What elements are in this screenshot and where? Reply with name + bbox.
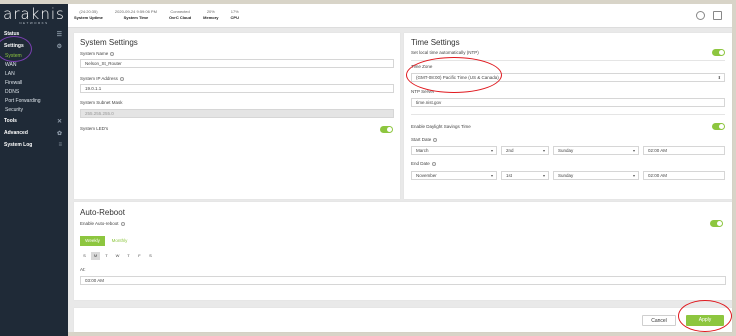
divider (411, 114, 725, 115)
stat-memory: 20% Memory (203, 9, 219, 20)
help-icon (110, 51, 115, 56)
select-caret-icon: ▾ (542, 173, 545, 178)
select-caret-icon: ▾ (632, 173, 635, 178)
start-date-label: Start Date (411, 137, 438, 142)
auto-reboot-title: Auto-Reboot (80, 208, 125, 217)
brand-name: araknis (3, 5, 65, 23)
start-day-select[interactable]: Sunday ▾ (553, 146, 639, 155)
system-settings-title: System Settings (80, 38, 138, 47)
start-week-select[interactable]: 2nd ▾ (501, 146, 549, 155)
start-time-input[interactable]: 02:00 AM (643, 146, 725, 155)
sidebar-item-port-forwarding[interactable]: Port Forwarding (0, 97, 68, 106)
stat-time: 2020-09-24 9:59:06 PM System Time (114, 9, 157, 20)
app-window: araknis NETWORKS (24:20:35) System Uptim… (0, 0, 736, 336)
brand-logo[interactable]: araknis NETWORKS (0, 4, 68, 28)
end-month-select[interactable]: November ▾ (411, 171, 497, 180)
at-label: At: (80, 267, 86, 272)
sliders-icon: ⚙ (56, 43, 62, 50)
power-icon[interactable] (696, 11, 705, 20)
nav-system-log[interactable]: System Log ≡ (0, 139, 68, 151)
monthly-tab[interactable]: Monthly (106, 236, 133, 246)
select-caret-icon: ▾ (490, 173, 493, 178)
day-monday[interactable]: M (91, 252, 100, 260)
wrench-icon: ✕ (56, 118, 62, 125)
subnet-mask-label: System Subnet Mask (80, 100, 123, 105)
day-thursday[interactable]: T (124, 252, 133, 260)
end-week-select[interactable]: 1st ▾ (501, 171, 549, 180)
day-sunday[interactable]: S (80, 252, 89, 260)
stat-cpu: 17% CPU (230, 9, 239, 20)
system-name-label: System Name (80, 51, 115, 56)
auto-reboot-card: Auto-Reboot Enable Auto-reboot Weekly Mo… (74, 202, 732, 300)
day-tuesday[interactable]: T (102, 252, 111, 260)
stat-uptime: (24:20:35) System Uptime (74, 9, 103, 20)
system-leds-toggle[interactable] (380, 126, 393, 133)
day-wednesday[interactable]: W (113, 252, 122, 260)
select-caret-icon: ▾ (542, 148, 545, 153)
top-icons (696, 11, 722, 20)
system-leds-label: System LED's (80, 126, 109, 131)
sidebar: Status ☰ Settings ⚙ System WAN LAN Firew… (0, 28, 68, 336)
sidebar-item-security[interactable]: Security (0, 106, 68, 115)
action-bar: Cancel Apply (74, 300, 732, 332)
select-caret-icon: ▾ (632, 148, 635, 153)
annotation-circle-time-zone (406, 57, 502, 93)
select-caret-icon: ⬍ (717, 75, 721, 80)
gear-icon: ✿ (56, 130, 62, 137)
dst-label: Enable Daylight Savings Time (411, 124, 471, 129)
system-settings-card: System Settings System Name Nelson_St_Ro… (74, 33, 400, 199)
auto-reboot-label: Enable Auto-reboot (80, 221, 125, 226)
day-friday[interactable]: F (135, 252, 144, 260)
end-day-select[interactable]: Sunday ▾ (553, 171, 639, 180)
system-ip-input[interactable]: 19.0.1.1 (80, 84, 394, 93)
sidebar-item-wan[interactable]: WAN (0, 61, 68, 70)
start-month-select[interactable]: March ▾ (411, 146, 497, 155)
time-settings-title: Time Settings (411, 38, 460, 47)
end-time-input[interactable]: 02:00 AM (643, 171, 725, 180)
annotation-circle-apply (678, 300, 732, 332)
time-settings-card: Time Settings Set local time automatical… (404, 33, 732, 199)
subnet-mask-input: 255.255.255.0 (80, 109, 394, 118)
help-icon (431, 161, 436, 166)
sidebar-item-ddns[interactable]: DDNS (0, 88, 68, 97)
cancel-button[interactable]: Cancel (642, 315, 676, 326)
ntp-toggle[interactable] (712, 49, 725, 56)
ntp-server-input[interactable]: time.nist.gov (411, 98, 725, 107)
ntp-label: Set local time automatically (NTP) (411, 50, 479, 55)
system-ip-label: System IP Address (80, 76, 124, 81)
top-bar: araknis NETWORKS (24:20:35) System Uptim… (0, 4, 732, 28)
help-icon (119, 76, 124, 81)
system-name-input[interactable]: Nelson_St_Router (80, 59, 394, 68)
select-caret-icon: ▾ (490, 148, 493, 153)
help-icon (120, 221, 125, 226)
reboot-time-input[interactable]: 03:00 AM (80, 276, 726, 285)
end-date-label: End Date (411, 161, 436, 166)
nav-tools[interactable]: Tools ✕ (0, 115, 68, 127)
logout-icon[interactable] (713, 11, 722, 20)
weekly-tab[interactable]: Weekly (80, 236, 105, 246)
list-icon: ☰ (56, 31, 62, 38)
dst-toggle[interactable] (712, 123, 725, 130)
nav-advanced[interactable]: Advanced ✿ (0, 127, 68, 139)
help-icon (433, 137, 438, 142)
sidebar-item-lan[interactable]: LAN (0, 70, 68, 79)
sidebar-item-firewall[interactable]: Firewall (0, 79, 68, 88)
auto-reboot-toggle[interactable] (710, 220, 723, 227)
stat-cloud: Connected OvrC Cloud (168, 9, 192, 20)
day-saturday[interactable]: S (146, 252, 155, 260)
log-icon: ≡ (58, 142, 62, 148)
brand-sub: NETWORKS (19, 21, 49, 25)
status-stats: (24:20:35) System Uptime 2020-09-24 9:59… (74, 9, 239, 21)
